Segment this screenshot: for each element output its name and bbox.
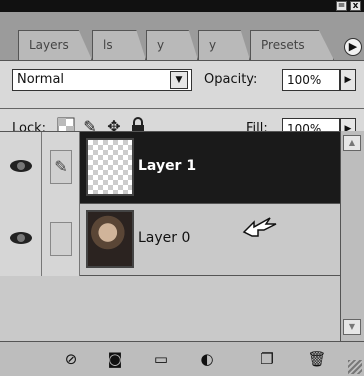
link-cell[interactable]: ✎ [42,132,80,204]
opacity-field[interactable]: 100% [282,69,340,91]
blend-mode-select[interactable]: Normal [12,69,192,91]
brush-icon: ✎ [50,150,72,184]
pointer-hand-icon [242,217,277,237]
layers-scrollbar[interactable]: ▲ ▼ [340,131,364,341]
divider [0,108,364,109]
styles-icon[interactable]: ⊘ [60,349,82,369]
layer-name: Layer 1 [138,158,197,174]
link-cell[interactable] [42,204,80,276]
mask-icon[interactable]: ◙ [104,349,126,369]
tab-history-label: y [209,38,217,52]
scroll-up-icon[interactable]: ▲ [343,135,361,151]
layer-thumbnail [86,210,134,268]
tab-presets-label: Presets [261,38,305,52]
opacity-value: 100% [287,73,322,87]
tab-paths-label: y [157,38,165,52]
tab-channels[interactable]: ls [92,30,146,60]
tab-channels-label: ls [103,38,113,52]
close-button[interactable]: x [350,1,361,11]
visibility-toggle[interactable] [0,132,42,204]
bottom-toolbar: ⊘ ◙ ▭ ◐ ❐ 🗑 [0,341,364,376]
visibility-toggle[interactable] [0,204,42,276]
layers-list: ✎ Layer 1 Layer 0 [0,131,340,342]
resize-grip[interactable] [348,360,362,374]
tab-row: Layers ls y y Presets ▶ [0,12,364,62]
opacity-arrow-icon[interactable]: ▶ [340,69,356,91]
panel-menu-icon[interactable]: ▶ [344,38,362,56]
trash-icon[interactable]: 🗑 [306,349,328,369]
layers-panel: = x Layers ls y y Presets ▶ Normal ▼ Opa… [0,0,364,376]
new-layer-icon[interactable]: ❐ [256,349,278,369]
tab-layers-label: Layers [29,38,69,52]
layer-row-layer-1[interactable]: ✎ Layer 1 [0,132,340,204]
tab-history[interactable]: y [198,30,250,60]
eye-icon [10,232,32,244]
adjustment-icon[interactable]: ◐ [196,349,218,369]
folder-icon[interactable]: ▭ [150,349,172,369]
layer-name: Layer 0 [138,230,191,246]
title-bar: = x [0,0,364,12]
tab-layers[interactable]: Layers [18,30,92,60]
opacity-label: Opacity: [204,72,258,87]
tab-presets[interactable]: Presets [250,30,334,60]
minimize-button[interactable]: = [336,1,347,11]
layer-row-layer-0[interactable]: Layer 0 [0,204,340,276]
blend-mode-arrow-icon[interactable]: ▼ [170,71,188,89]
eye-icon [10,160,32,172]
link-box [50,222,72,256]
scroll-down-icon[interactable]: ▼ [343,319,361,335]
layer-thumbnail [86,138,134,196]
blend-mode-value: Normal [17,72,65,87]
tab-paths[interactable]: y [146,30,198,60]
